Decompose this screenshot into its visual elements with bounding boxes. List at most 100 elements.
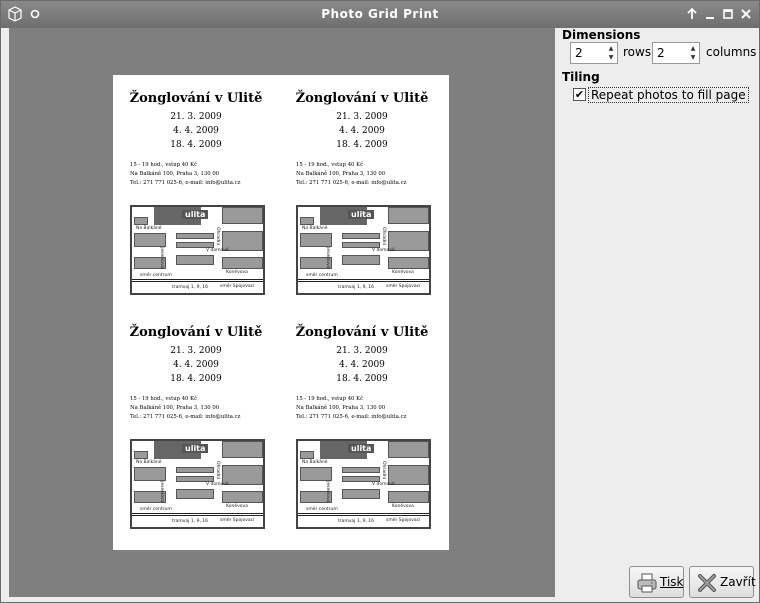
rows-value: 2	[575, 46, 583, 60]
columns-spinbutton[interactable]: 2 ▲ ▼	[652, 42, 700, 64]
map-direction-label: směr Spojovací	[220, 518, 255, 523]
map-street-label: Koněvova	[226, 270, 248, 275]
poster-info-line: Tel.: 271 771 025-6, e-mail: info@ulita.…	[296, 414, 407, 420]
poster-date: 21. 3. 2009	[170, 112, 222, 122]
poster-tile: Žonglování v Ulitě 21. 3. 2009 4. 4. 2009 1…	[113, 75, 279, 309]
map-tram-line	[298, 515, 429, 516]
map-street-label: Ohradní	[381, 227, 386, 245]
poster-info-line: 15 - 19 hod., vstup 40 Kč	[130, 396, 198, 402]
window-title: Photo Grid Print	[321, 7, 439, 21]
map-direction-label: směr centrum	[140, 507, 172, 512]
map-street-label: Jeseniova	[325, 247, 330, 269]
map-block	[342, 489, 380, 499]
map-block	[176, 233, 214, 239]
poster-map: ulita Na Balkáně V domově Koněvova směr cent…	[296, 205, 431, 295]
print-preview-area: Žonglování v Ulitě 21. 3. 2009 4. 4. 2009 1…	[9, 28, 555, 597]
map-logo: ulita	[182, 444, 209, 453]
columns-decrease-icon[interactable]: ▼	[688, 54, 698, 62]
map-direction-label: směr centrum	[306, 507, 338, 512]
rows-increase-icon[interactable]: ▲	[606, 45, 616, 53]
poster-date: 21. 3. 2009	[336, 112, 388, 122]
map-block	[300, 451, 314, 459]
repeat-photos-checkbox[interactable]: ✔	[573, 88, 586, 101]
map-tram-label: tramvaj 1, 9, 16	[338, 519, 375, 524]
map-tram-label: tramvaj 1, 9, 16	[172, 519, 209, 524]
repeat-photos-label[interactable]: Repeat photos to fill page	[588, 87, 749, 103]
map-block	[342, 255, 380, 265]
map-tram-line	[132, 515, 263, 516]
map-block	[176, 467, 214, 473]
map-street-label: Na Balkáně	[136, 226, 162, 231]
map-block	[300, 233, 332, 247]
poster-date: 4. 4. 2009	[339, 126, 385, 136]
poster-info-line: Tel.: 271 771 025-6, e-mail: info@ulita.…	[130, 180, 241, 186]
map-street-label: Jeseniova	[159, 481, 164, 503]
poster-date: 18. 4. 2009	[336, 140, 388, 150]
poster-date: 21. 3. 2009	[170, 346, 222, 356]
poster-title: Žonglování v Ulitě	[129, 91, 263, 106]
map-block	[222, 207, 263, 224]
print-button[interactable]: Tisk	[629, 566, 684, 598]
map-block	[342, 467, 380, 473]
map-block	[176, 255, 214, 265]
map-street-label: V domově	[206, 248, 229, 253]
columns-increase-icon[interactable]: ▲	[688, 45, 698, 53]
map-block	[176, 489, 214, 499]
map-tram-label: tramvaj 1, 9, 16	[172, 285, 209, 290]
map-street-label: Jeseniova	[159, 247, 164, 269]
map-block	[388, 207, 429, 224]
map-block	[134, 467, 166, 481]
map-tram-line	[132, 513, 263, 514]
map-block	[388, 491, 429, 503]
maximize-icon[interactable]	[720, 6, 736, 22]
titlebar[interactable]: Photo Grid Print	[1, 1, 759, 28]
map-tram-label: tramvaj 1, 9, 16	[338, 285, 375, 290]
map-street-label: V domově	[372, 482, 395, 487]
map-tram-line	[298, 279, 429, 280]
close-button[interactable]: Zavřít	[689, 566, 756, 598]
poster-map: ulita Na Balkáně V domově Koněvova směr cent…	[296, 439, 431, 529]
poster-info-line: 15 - 19 hod., vstup 40 Kč	[296, 396, 364, 402]
map-block	[222, 257, 263, 269]
map-logo: ulita	[348, 444, 375, 453]
map-direction-label: směr Spojovací	[220, 284, 255, 289]
map-block	[134, 451, 148, 459]
poster-info-line: Na Balkáně 100, Praha 3, 130 00	[296, 171, 386, 177]
rows-label: rows	[623, 45, 652, 59]
poster-tile: Žonglování v Ulitě 21. 3. 2009 4. 4. 2009 1…	[279, 309, 445, 543]
poster-tile: Žonglování v Ulitě 21. 3. 2009 4. 4. 2009 1…	[279, 75, 445, 309]
map-tram-line	[298, 281, 429, 282]
map-street-label: Na Balkáně	[302, 460, 328, 465]
poster-info-line: Tel.: 271 771 025-6, e-mail: info@ulita.…	[296, 180, 407, 186]
map-street-label: V domově	[372, 248, 395, 253]
poster-date: 21. 3. 2009	[336, 346, 388, 356]
map-block	[342, 233, 380, 239]
map-block	[388, 257, 429, 269]
up-icon[interactable]	[684, 6, 700, 22]
minimize-icon[interactable]	[702, 6, 718, 22]
rows-spinbutton[interactable]: 2 ▲ ▼	[570, 42, 618, 64]
poster-title: Žonglování v Ulitě	[129, 325, 263, 340]
close-icon[interactable]	[738, 6, 754, 22]
map-direction-label: směr centrum	[140, 273, 172, 278]
map-block	[300, 217, 314, 225]
map-block	[222, 491, 263, 503]
rows-decrease-icon[interactable]: ▼	[606, 54, 616, 62]
columns-value: 2	[657, 46, 665, 60]
poster-map: ulita Na Balkáně V domově Koněvova směr cent…	[130, 439, 265, 529]
poster-title: Žonglování v Ulitě	[295, 91, 429, 106]
poster-map: ulita Na Balkáně V domově Koněvova směr cent…	[130, 205, 265, 295]
poster-tile: Žonglování v Ulitě 21. 3. 2009 4. 4. 2009 1…	[113, 309, 279, 543]
map-street-label: Ohradní	[381, 461, 386, 479]
map-street-label: Koněvova	[226, 504, 248, 509]
map-street-label: Ohradní	[215, 461, 220, 479]
map-block	[300, 467, 332, 481]
map-tram-line	[132, 279, 263, 280]
map-street-label: Ohradní	[215, 227, 220, 245]
poster-info-line: Na Balkáně 100, Praha 3, 130 00	[130, 405, 220, 411]
dimensions-heading: Dimensions	[562, 28, 641, 42]
map-street-label: V domově	[206, 482, 229, 487]
photo-grid-print-window: Photo Grid Print Žonglování v Ulitě 21. 3…	[0, 0, 760, 603]
map-street-label: Jeseniova	[325, 481, 330, 503]
columns-label: columns	[706, 45, 757, 59]
